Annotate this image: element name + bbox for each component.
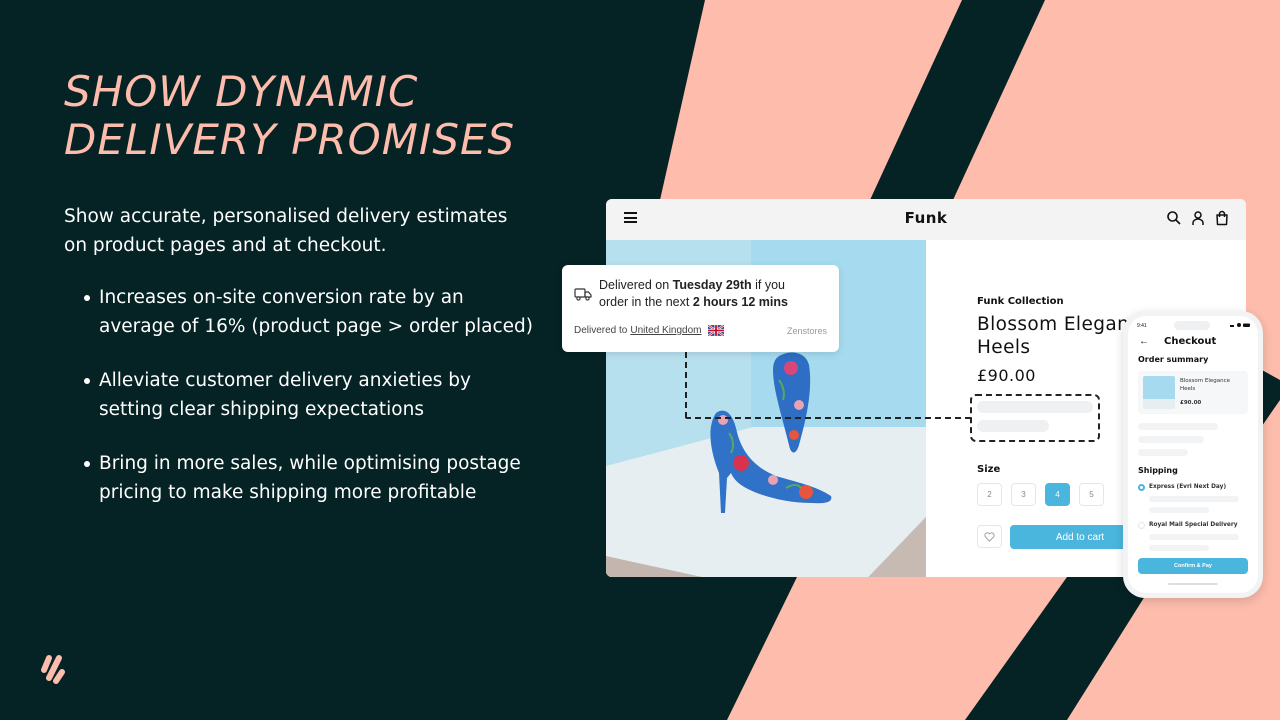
store-header: Funk <box>606 199 1246 240</box>
delivery-promise-card: Delivered on Tuesday 29th if you order i… <box>562 265 839 352</box>
benefit-item: Increases on-site conversion rate by an … <box>80 283 540 341</box>
checkout-title: Checkout <box>1164 336 1217 347</box>
size-label: Size <box>977 464 1001 475</box>
status-icons <box>1230 323 1250 327</box>
benefit-item: Bring in more sales, while optimising po… <box>80 449 540 507</box>
size-option-4[interactable]: 4 <box>1045 483 1070 506</box>
headline: SHOW DYNAMIC DELIVERY PROMISES <box>64 68 515 164</box>
delivery-prefix: Delivered on <box>599 278 673 292</box>
order-item: Blossom Elegance Heels £90.00 <box>1138 371 1248 414</box>
phone-notch <box>1174 321 1210 330</box>
size-option-5[interactable]: 5 <box>1079 483 1104 506</box>
bag-icon[interactable] <box>1214 210 1230 226</box>
zenstores-logo-icon <box>41 655 65 684</box>
confirm-and-pay-button[interactable]: Confirm & Pay <box>1138 558 1248 574</box>
item-price: £90.00 <box>1180 400 1202 406</box>
skeleton-line <box>1149 507 1209 513</box>
delivery-text: if you <box>751 278 785 292</box>
connector-line <box>685 417 971 419</box>
arrow-left-icon[interactable]: ← <box>1139 336 1149 347</box>
collection-name[interactable]: Funk Collection <box>977 296 1064 307</box>
delivered-to-label: Delivered to <box>574 325 628 336</box>
wishlist-button[interactable] <box>977 525 1002 548</box>
mobile-checkout-mockup: 9:41 ← Checkout Order summary Blossom El… <box>1123 311 1263 598</box>
country-link[interactable]: United Kingdom <box>630 325 701 336</box>
delivered-to: Delivered to United Kingdom <box>574 325 724 336</box>
delivery-countdown: 2 hours 12 mins <box>692 295 788 309</box>
truck-icon <box>574 288 592 301</box>
skeleton-line <box>1138 436 1204 443</box>
order-summary-label: Order summary <box>1138 355 1209 364</box>
shipping-option-radio[interactable] <box>1138 484 1145 491</box>
skeleton-line <box>1149 496 1239 502</box>
intro-text: Show accurate, personalised delivery est… <box>64 206 508 256</box>
connector-line <box>685 352 687 418</box>
benefit-item: Alleviate customer delivery anxieties by… <box>80 366 540 424</box>
skeleton-line <box>1149 534 1239 540</box>
shipping-option-express[interactable]: Express (Evri Next Day) <box>1149 484 1226 490</box>
shipping-option-radio[interactable] <box>1138 522 1145 529</box>
skeleton-line <box>977 420 1049 432</box>
skeleton-line <box>977 401 1093 413</box>
headline-line-2: DELIVERY PROMISES <box>64 115 516 164</box>
item-name: Blossom Elegance Heels <box>1180 378 1231 392</box>
delivery-date: Tuesday 29th <box>672 278 752 292</box>
search-icon[interactable] <box>1166 210 1182 226</box>
headline-line-1: SHOW DYNAMIC <box>64 67 419 116</box>
home-indicator <box>1168 583 1218 585</box>
size-option-2[interactable]: 2 <box>977 483 1002 506</box>
item-thumbnail <box>1143 376 1175 409</box>
skeleton-line <box>1138 449 1188 456</box>
shipping-label: Shipping <box>1138 466 1178 475</box>
heart-icon <box>984 531 995 542</box>
delivery-promise-text: Delivered on Tuesday 29th if you order i… <box>599 277 831 311</box>
shipping-option-royal-mail[interactable]: Royal Mail Special Delivery <box>1149 522 1237 528</box>
skeleton-line <box>1149 545 1209 551</box>
benefit-list: Increases on-site conversion rate by an … <box>80 283 540 532</box>
provider-label: Zenstores <box>786 326 827 336</box>
skeleton-line <box>1138 423 1218 430</box>
delivery-text: order in the next <box>599 295 693 309</box>
phone-screen: 9:41 ← Checkout Order summary Blossom El… <box>1128 316 1258 593</box>
product-price: £90.00 <box>977 366 1036 385</box>
user-icon[interactable] <box>1190 210 1206 226</box>
size-option-3[interactable]: 3 <box>1011 483 1036 506</box>
size-selector: 2 3 4 5 <box>977 483 1104 506</box>
standing-shoe-image <box>710 410 832 513</box>
store-brand[interactable]: Funk <box>606 209 1246 227</box>
uk-flag-icon <box>707 325 724 336</box>
status-time: 9:41 <box>1137 323 1147 329</box>
